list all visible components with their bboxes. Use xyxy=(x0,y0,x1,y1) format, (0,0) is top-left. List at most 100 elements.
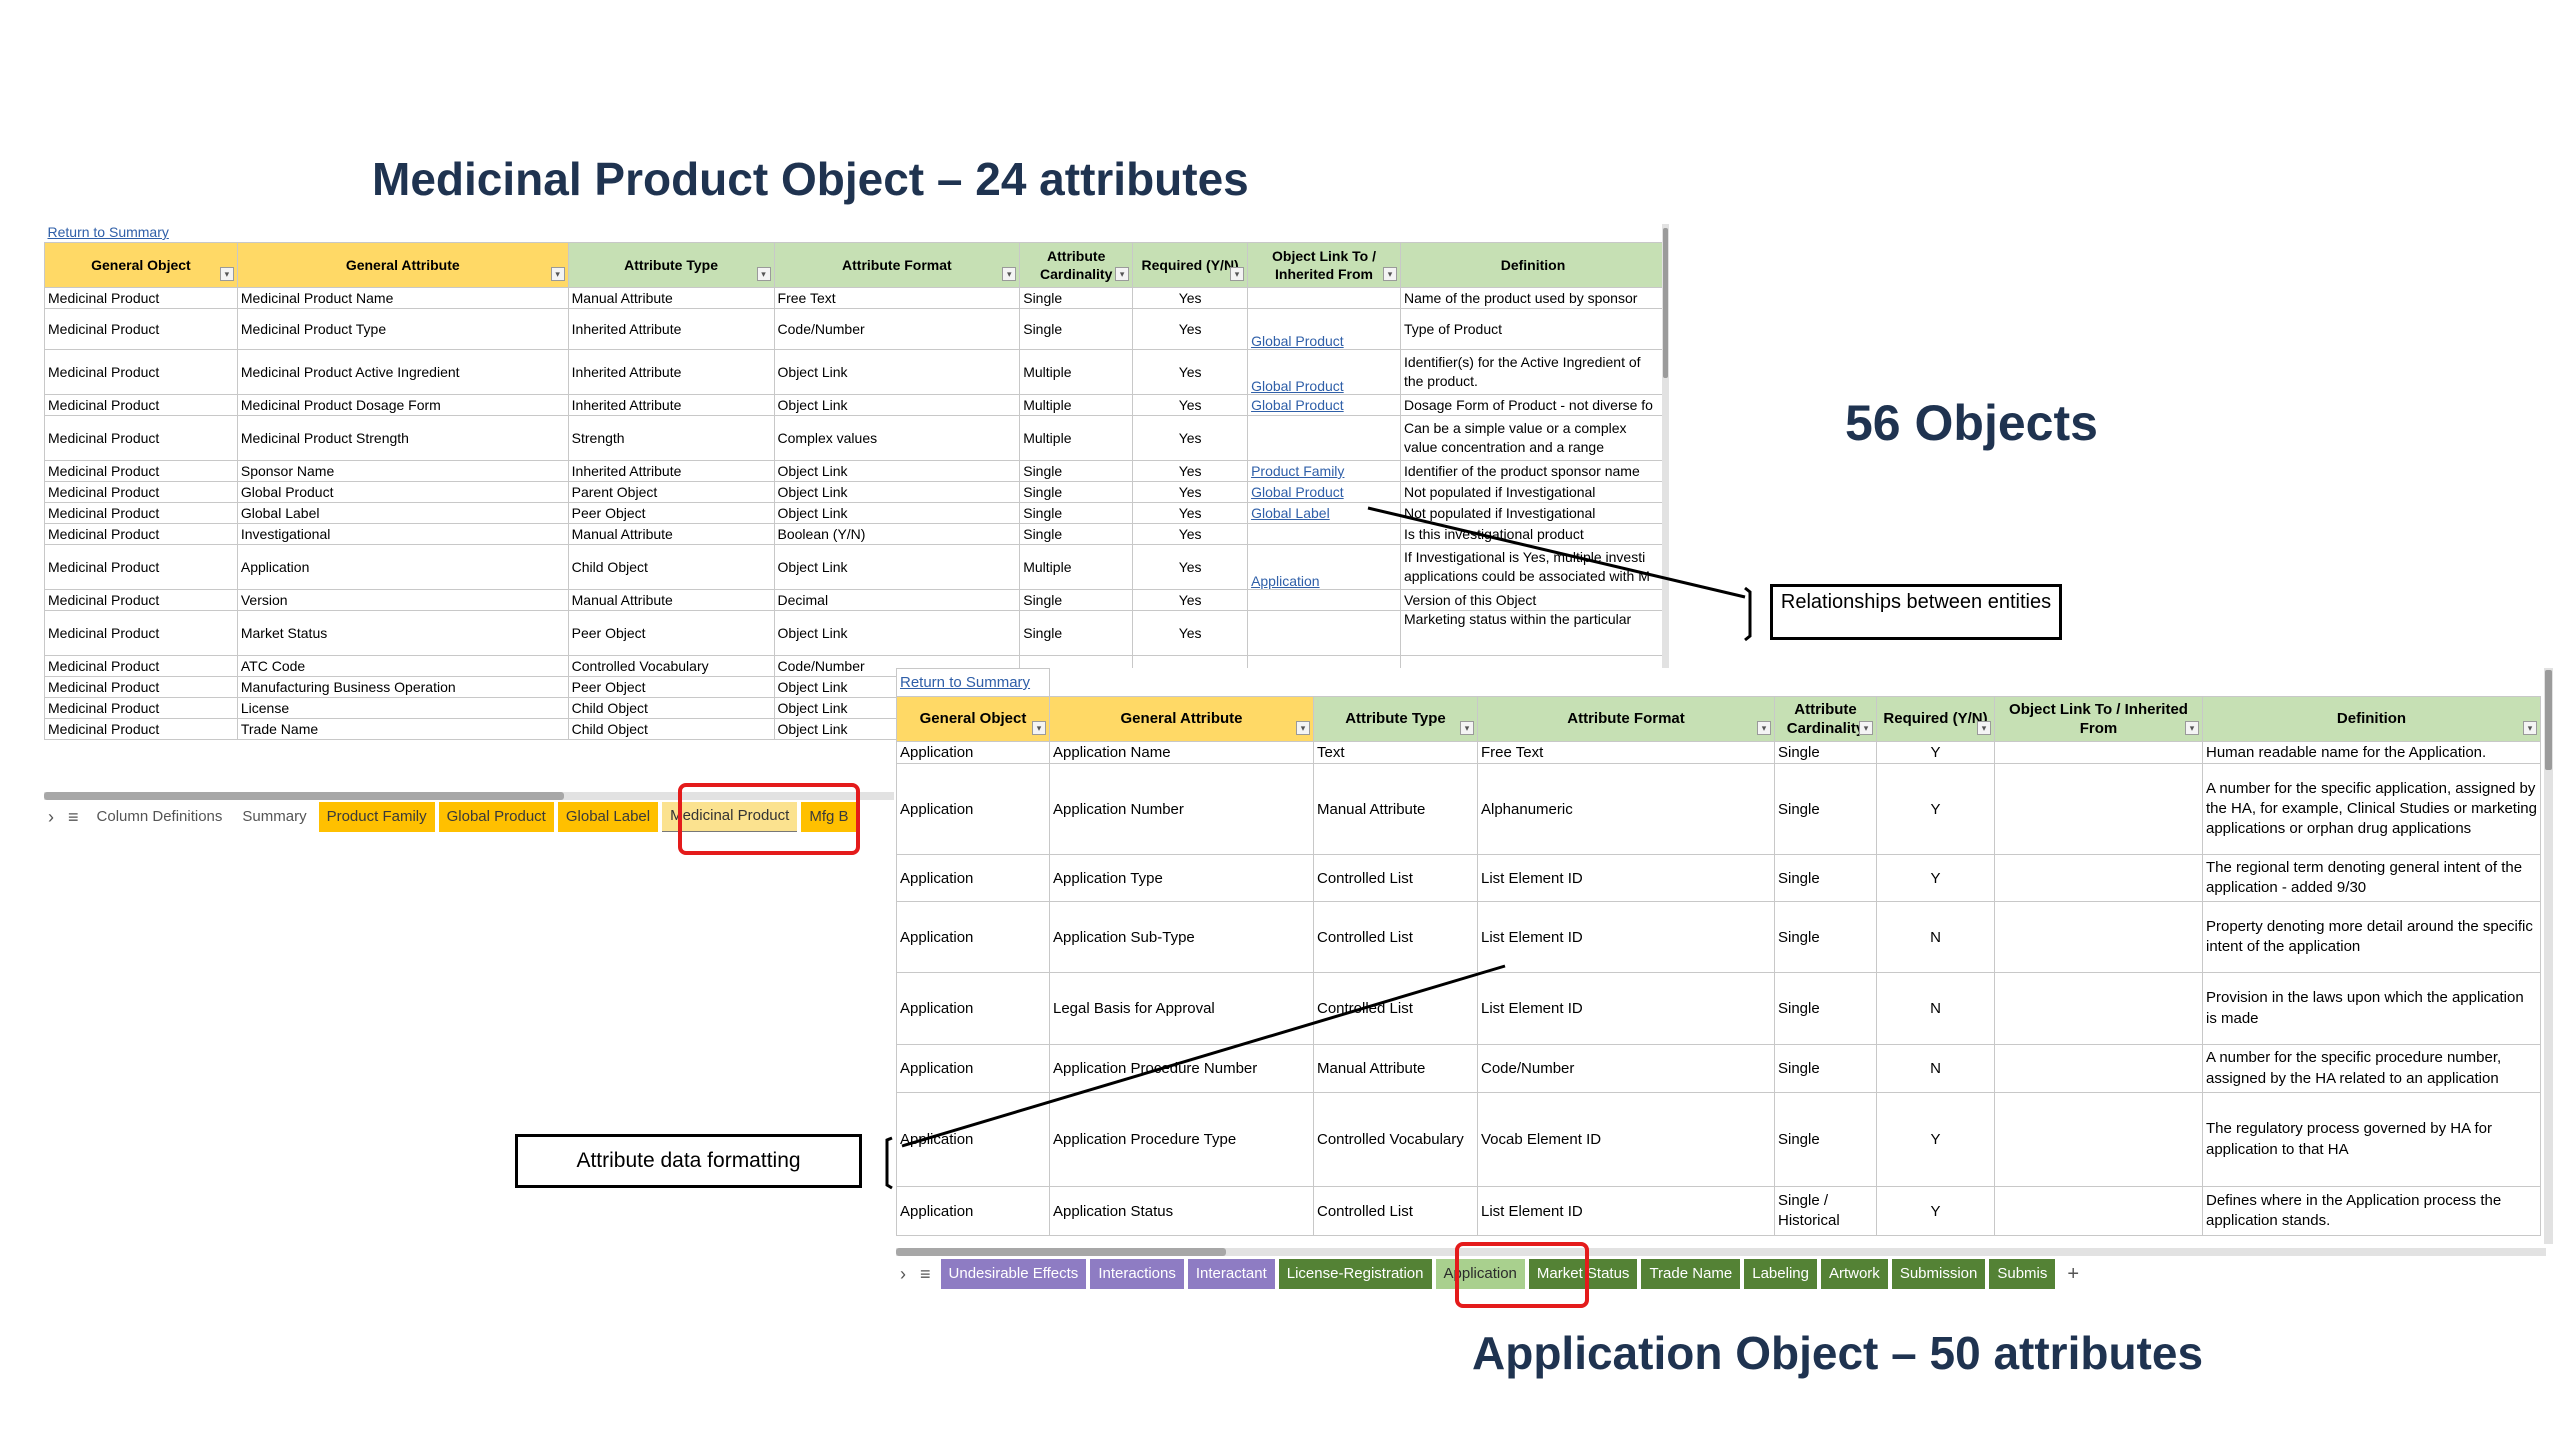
cell[interactable]: Multiple xyxy=(1019,544,1134,590)
cell[interactable]: Controlled List xyxy=(1313,972,1478,1045)
cell[interactable]: Inherited Attribute xyxy=(567,460,775,482)
cell[interactable]: Manual Attribute xyxy=(1313,1044,1478,1093)
cell[interactable]: Inherited Attribute xyxy=(567,308,775,350)
header-object-link[interactable]: Object Link To / Inherited From ▾ xyxy=(1247,242,1401,288)
cell[interactable]: Medicinal Product xyxy=(44,308,238,350)
cell[interactable]: Medicinal Product xyxy=(44,697,238,719)
header-general-object[interactable]: General Object ▾ xyxy=(44,242,238,288)
cell[interactable]: Single xyxy=(1774,1092,1877,1187)
filter-dropdown-icon[interactable]: ▾ xyxy=(756,267,771,281)
cell[interactable]: Y xyxy=(1876,741,1995,764)
cell[interactable]: Manual Attribute xyxy=(567,287,775,309)
tab-submis[interactable]: Submis xyxy=(1989,1259,2056,1289)
cell[interactable]: Alphanumeric xyxy=(1477,763,1775,855)
cell[interactable]: Application Procedure Number xyxy=(1049,1044,1314,1093)
cell[interactable]: N xyxy=(1876,901,1995,973)
filter-dropdown-icon[interactable]: ▾ xyxy=(550,267,565,281)
filter-dropdown-icon[interactable]: ▾ xyxy=(1296,721,1310,735)
cell[interactable]: Identifier of the product sponsor name xyxy=(1399,460,1666,482)
cell[interactable]: Market Status xyxy=(236,610,569,656)
cell[interactable]: Defines where in the Application process… xyxy=(2202,1186,2541,1236)
add-sheet-icon[interactable]: + xyxy=(2059,1259,2087,1289)
cell[interactable] xyxy=(1994,1092,2203,1187)
tab-interactant[interactable]: Interactant xyxy=(1187,1259,1275,1289)
cell[interactable]: Yes xyxy=(1132,394,1249,416)
cell[interactable]: Peer Object xyxy=(567,502,775,524)
cell[interactable]: Peer Object xyxy=(567,676,775,698)
cell[interactable]: Application xyxy=(896,763,1050,855)
cell[interactable]: Global Label xyxy=(236,502,569,524)
cell[interactable]: N xyxy=(1876,1044,1995,1093)
header-attribute-type[interactable]: Attribute Type ▾ xyxy=(1313,696,1478,742)
cell[interactable]: Investigational xyxy=(236,523,569,545)
cell[interactable]: Global Product xyxy=(1247,394,1401,416)
cell[interactable]: Yes xyxy=(1132,502,1249,524)
cell[interactable]: Single xyxy=(1019,502,1134,524)
cell[interactable]: Application Name xyxy=(1049,741,1314,764)
cell[interactable]: Medicinal Product xyxy=(44,523,238,545)
filter-dropdown-icon[interactable]: ▾ xyxy=(1230,267,1245,281)
return-to-summary-link[interactable]: Return to Summary xyxy=(896,668,1050,697)
cell[interactable]: If Investigational is Yes, multiple inve… xyxy=(1399,544,1666,590)
cell[interactable]: Code/Number xyxy=(1477,1044,1775,1093)
cell[interactable]: A number for the specific procedure numb… xyxy=(2202,1044,2541,1093)
header-attribute-cardinality[interactable]: Attribute Cardinality ▾ xyxy=(1774,696,1877,742)
cell[interactable]: Medicinal Product xyxy=(44,655,238,677)
header-attribute-type[interactable]: Attribute Type ▾ xyxy=(567,242,775,288)
cell[interactable]: List Element ID xyxy=(1477,854,1775,902)
cell[interactable]: License xyxy=(236,697,569,719)
tab-labeling[interactable]: Labeling xyxy=(1744,1259,1817,1289)
header-general-attribute[interactable]: General Attribute ▾ xyxy=(236,242,569,288)
cell[interactable]: ATC Code xyxy=(236,655,569,677)
tab-interactions[interactable]: Interactions xyxy=(1090,1259,1184,1289)
filter-dropdown-icon[interactable]: ▾ xyxy=(219,267,234,281)
menu-icon[interactable]: ≡ xyxy=(68,807,79,828)
cell[interactable]: Property denoting more detail around the… xyxy=(2202,901,2541,973)
tab-column-definitions[interactable]: Column Definitions xyxy=(89,802,231,832)
cell[interactable]: Inherited Attribute xyxy=(567,349,775,395)
cell[interactable]: Yes xyxy=(1132,308,1249,350)
cell[interactable]: Yes xyxy=(1132,415,1249,461)
header-attribute-cardinality[interactable]: Attribute Cardinality ▾ xyxy=(1019,242,1134,288)
cell[interactable]: Medicinal Product Dosage Form xyxy=(236,394,569,416)
cell[interactable]: Version xyxy=(236,589,569,611)
cell[interactable] xyxy=(1247,523,1401,545)
cell[interactable]: Manual Attribute xyxy=(567,589,775,611)
object-link[interactable]: Global Product xyxy=(1251,484,1344,500)
cell[interactable]: Yes xyxy=(1132,481,1249,503)
cell[interactable]: Medicinal Product xyxy=(44,415,238,461)
filter-dropdown-icon[interactable]: ▾ xyxy=(2523,721,2537,735)
tab-undesirable-effects[interactable]: Undesirable Effects xyxy=(940,1259,1087,1289)
tab-global-product[interactable]: Global Product xyxy=(438,802,554,832)
cell[interactable]: Object Link xyxy=(773,349,1021,395)
tab-product-family[interactable]: Product Family xyxy=(318,802,435,832)
header-definition[interactable]: Definition ▾ xyxy=(2202,696,2541,742)
object-link[interactable]: Global Product xyxy=(1251,397,1344,413)
cell[interactable]: Not populated if Investigational xyxy=(1399,481,1666,503)
cell[interactable]: Child Object xyxy=(567,544,775,590)
cell[interactable]: Controlled Vocabulary xyxy=(567,655,775,677)
cell[interactable]: Global Product xyxy=(1247,349,1401,395)
cell[interactable]: Can be a simple value or a complex value… xyxy=(1399,415,1666,461)
cell[interactable]: Application Status xyxy=(1049,1186,1314,1236)
cell[interactable]: Object Link xyxy=(773,544,1021,590)
cell[interactable]: Y xyxy=(1876,1186,1995,1236)
cell[interactable]: Y xyxy=(1876,763,1995,855)
sheet1-vertical-scrollbar[interactable] xyxy=(1662,224,1669,668)
tab-global-label[interactable]: Global Label xyxy=(557,802,659,832)
cell[interactable]: Medicinal Product Strength xyxy=(236,415,569,461)
cell[interactable]: Parent Object xyxy=(567,481,775,503)
filter-dropdown-icon[interactable]: ▾ xyxy=(2185,721,2199,735)
cell[interactable]: Sponsor Name xyxy=(236,460,569,482)
cell[interactable]: Single xyxy=(1019,523,1134,545)
chevron-right-icon[interactable]: › xyxy=(48,807,54,828)
cell[interactable]: List Element ID xyxy=(1477,1186,1775,1236)
cell[interactable]: Decimal xyxy=(773,589,1021,611)
cell[interactable]: Application xyxy=(896,741,1050,764)
cell[interactable] xyxy=(1247,589,1401,611)
cell[interactable]: Medicinal Product Name xyxy=(236,287,569,309)
tab-license-registration[interactable]: License-Registration xyxy=(1278,1259,1432,1289)
cell[interactable]: Single xyxy=(1019,287,1134,309)
cell[interactable]: A number for the specific application, a… xyxy=(2202,763,2541,855)
cell[interactable]: Name of the product used by sponsor xyxy=(1399,287,1666,309)
